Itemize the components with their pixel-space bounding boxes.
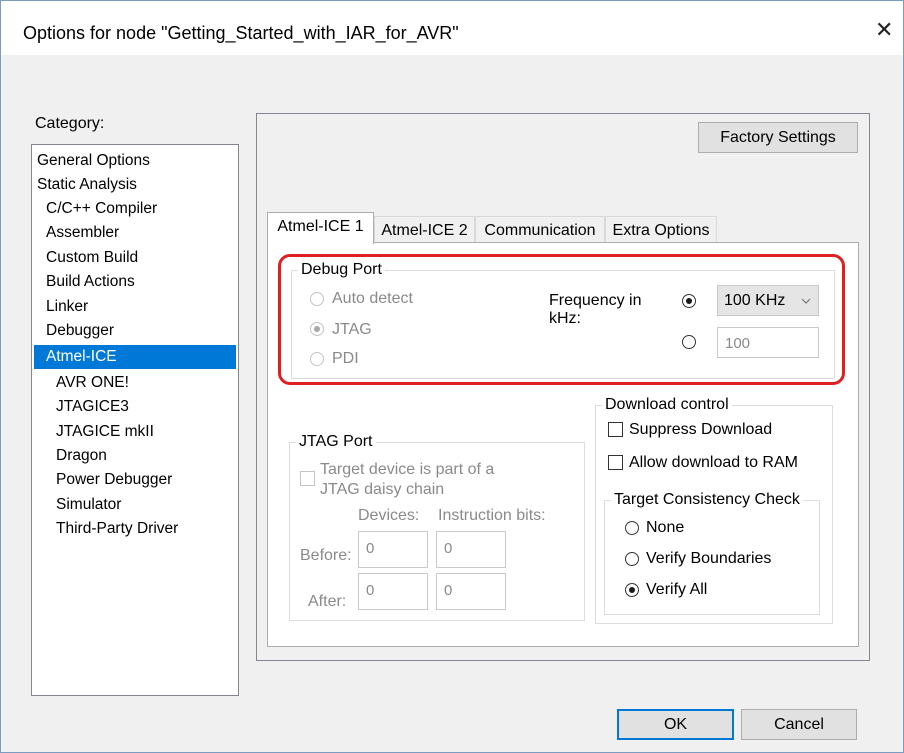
devices-header: Devices:: [358, 507, 420, 524]
category-item-atmel-ice[interactable]: Atmel-ICE: [34, 345, 236, 369]
suppress-download-checkbox[interactable]: [608, 422, 623, 437]
category-item-jtagice-mkii[interactable]: JTAGICE mkII: [56, 420, 154, 444]
jtag-label: JTAG: [332, 321, 372, 338]
consistency-none-label: None: [646, 519, 685, 536]
category-item-custom-build[interactable]: Custom Build: [46, 246, 138, 270]
after-label: After:: [308, 593, 347, 610]
download-control-legend: Download control: [605, 396, 729, 413]
tab-atmel-ice-2[interactable]: Atmel-ICE 2: [374, 216, 475, 244]
chevron-down-icon: [801, 298, 811, 304]
category-item-jtagice3[interactable]: JTAGICE3: [56, 395, 129, 419]
before-label: Before:: [300, 547, 352, 564]
cancel-button[interactable]: Cancel: [741, 709, 857, 740]
tab-atmel-ice-1[interactable]: Atmel-ICE 1: [267, 212, 374, 244]
after-devices-input[interactable]: 0: [358, 573, 428, 610]
auto-detect-radio[interactable]: [310, 292, 324, 306]
before-instruction-bits-input[interactable]: 0: [436, 531, 506, 568]
jtag-radio[interactable]: [310, 322, 324, 336]
frequency-preset-radio[interactable]: [682, 294, 696, 308]
category-item-avr-one[interactable]: AVR ONE!: [56, 371, 129, 395]
pdi-radio[interactable]: [310, 352, 324, 366]
tab-communication[interactable]: Communication: [475, 216, 605, 244]
window-title: Options for node "Getting_Started_with_I…: [23, 23, 459, 43]
auto-detect-label: Auto detect: [332, 290, 413, 307]
daisy-chain-label-line2: JTAG daisy chain: [320, 481, 445, 498]
category-item-assembler[interactable]: Assembler: [46, 221, 119, 245]
category-item-general-options[interactable]: General Options: [37, 149, 150, 173]
frequency-label-line1: Frequency in: [549, 292, 642, 309]
factory-settings-button[interactable]: Factory Settings: [698, 122, 858, 153]
frequency-custom-input[interactable]: 100: [717, 327, 819, 358]
after-instruction-bits-input[interactable]: 0: [436, 573, 506, 610]
category-item-dragon[interactable]: Dragon: [56, 444, 107, 468]
category-item-build-actions[interactable]: Build Actions: [46, 270, 135, 294]
allow-download-ram-checkbox[interactable]: [608, 455, 623, 470]
frequency-combo[interactable]: 100 KHz: [717, 285, 819, 316]
consistency-none-radio[interactable]: [625, 521, 639, 535]
title-bar: Options for node "Getting_Started_with_I…: [1, 1, 903, 55]
category-label: Category:: [35, 115, 105, 132]
verify-boundaries-label: Verify Boundaries: [646, 550, 772, 567]
category-item-linker[interactable]: Linker: [46, 295, 88, 319]
before-devices-input[interactable]: 0: [358, 531, 428, 568]
debug-port-legend: Debug Port: [301, 261, 382, 278]
options-dialog: Options for node "Getting_Started_with_I…: [0, 0, 904, 753]
consistency-check-legend: Target Consistency Check: [614, 491, 800, 508]
daisy-chain-label-line1: Target device is part of a: [320, 461, 495, 478]
tab-extra-options[interactable]: Extra Options: [605, 216, 717, 244]
suppress-download-label: Suppress Download: [629, 421, 773, 438]
frequency-custom-radio[interactable]: [682, 335, 696, 349]
verify-boundaries-radio[interactable]: [625, 552, 639, 566]
frequency-combo-value: 100 KHz: [724, 292, 786, 309]
category-item-third-party-driver[interactable]: Third-Party Driver: [56, 517, 178, 541]
category-item-power-debugger[interactable]: Power Debugger: [56, 468, 172, 492]
instruction-bits-header: Instruction bits:: [438, 507, 546, 524]
category-item-static-analysis[interactable]: Static Analysis: [37, 173, 137, 197]
allow-download-ram-label: Allow download to RAM: [629, 454, 798, 471]
daisy-chain-checkbox[interactable]: [300, 471, 315, 486]
verify-all-label: Verify All: [646, 581, 708, 598]
category-item-debugger[interactable]: Debugger: [46, 319, 114, 343]
verify-all-radio[interactable]: [625, 583, 639, 597]
category-item-simulator[interactable]: Simulator: [56, 493, 121, 517]
pdi-label: PDI: [332, 350, 359, 367]
category-item-c-compiler[interactable]: C/C++ Compiler: [46, 197, 157, 221]
close-icon[interactable]: ✕: [875, 17, 893, 43]
frequency-label-line2: kHz:: [549, 310, 581, 327]
jtag-port-legend: JTAG Port: [299, 433, 373, 450]
category-list[interactable]: General Options Static Analysis C/C++ Co…: [31, 144, 239, 696]
ok-button[interactable]: OK: [617, 709, 734, 740]
